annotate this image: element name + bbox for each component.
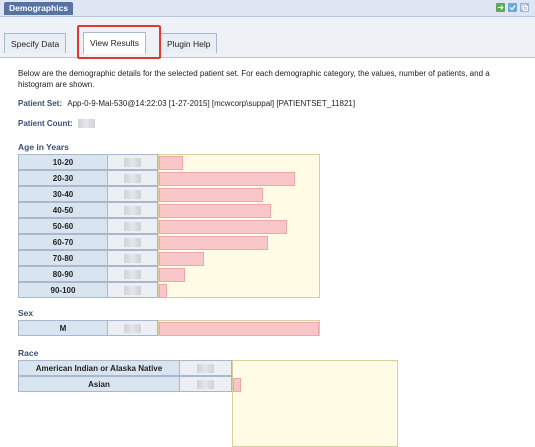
age-row-count-redacted — [108, 234, 158, 250]
race-row-count-redacted — [180, 376, 232, 392]
sex-chart-area — [158, 320, 320, 336]
age-bar — [159, 156, 183, 170]
race-row-label: Asian — [18, 376, 180, 392]
age-row-label: 60-70 — [18, 234, 108, 250]
sex-row-label: M — [18, 320, 108, 336]
sex-row-count-redacted — [108, 320, 158, 336]
age-row-count-redacted — [108, 154, 158, 170]
age-row-label: 70-80 — [18, 250, 108, 266]
age-row-count-redacted — [108, 282, 158, 298]
export-icon[interactable] — [496, 3, 505, 12]
age-row-count-redacted — [108, 186, 158, 202]
age-chart-area — [158, 154, 320, 298]
race-bar — [233, 378, 242, 392]
age-bar — [159, 268, 185, 282]
intro-text: Below are the demographic details for th… — [18, 69, 490, 89]
age-row-label: 20-30 — [18, 170, 108, 186]
age-section-title: Age in Years — [18, 142, 69, 152]
tab-specify-data[interactable]: Specify Data — [4, 33, 67, 53]
race-section-title: Race — [18, 348, 39, 358]
patient-count-label: Patient Count: — [18, 119, 73, 128]
patient-count-value-redacted — [77, 119, 95, 129]
sex-section-title: Sex — [18, 308, 34, 318]
copy-icon[interactable] — [520, 3, 529, 12]
panel-toolbar — [496, 3, 529, 12]
race-row-count-redacted — [180, 360, 232, 376]
patient-set-label: Patient Set: — [18, 99, 63, 108]
age-row-count-redacted — [108, 202, 158, 218]
race-row-label: American Indian or Alaska Native — [18, 360, 180, 376]
race-chart-area — [232, 360, 398, 447]
age-bar — [159, 284, 167, 298]
panel-titlebar: Demographics — [0, 0, 535, 17]
age-bar — [159, 236, 268, 250]
age-bar — [159, 172, 295, 186]
age-row-label: 80-90 — [18, 266, 108, 282]
age-bar — [159, 204, 271, 218]
race-histogram: American Indian or Alaska Native Asian — [18, 360, 398, 447]
age-row-label: 50-60 — [18, 218, 108, 234]
panel-title: Demographics — [4, 2, 74, 15]
results-panel: Below are the demographic details for th… — [0, 58, 535, 447]
age-row-count-redacted — [108, 170, 158, 186]
age-row-count-redacted — [108, 266, 158, 282]
patient-count-line: Patient Count: — [18, 119, 95, 129]
patient-set-line: Patient Set: App-0-9-Mal-530@14:22:03 [1… — [18, 99, 355, 108]
age-histogram: 10-20 20-30 30-40 40-50 50-60 60-70 70-80 80-90… — [18, 154, 320, 298]
sex-histogram: M — [18, 320, 320, 336]
age-row-label: 90-100 — [18, 282, 108, 298]
sex-bar — [159, 322, 319, 336]
patient-set-value: App-0-9-Mal-530@14:22:03 [1-27-2015] [mc… — [67, 99, 356, 108]
check-icon[interactable] — [508, 3, 517, 12]
age-row-label: 40-50 — [18, 202, 108, 218]
age-row-label: 30-40 — [18, 186, 108, 202]
annotation-highlight — [77, 25, 161, 59]
age-row-label: 10-20 — [18, 154, 108, 170]
tab-plugin-help[interactable]: Plugin Help — [160, 33, 218, 53]
age-bar — [159, 188, 263, 202]
age-row-count-redacted — [108, 218, 158, 234]
age-bar — [159, 220, 287, 234]
age-row-count-redacted — [108, 250, 158, 266]
age-bar — [159, 252, 204, 266]
